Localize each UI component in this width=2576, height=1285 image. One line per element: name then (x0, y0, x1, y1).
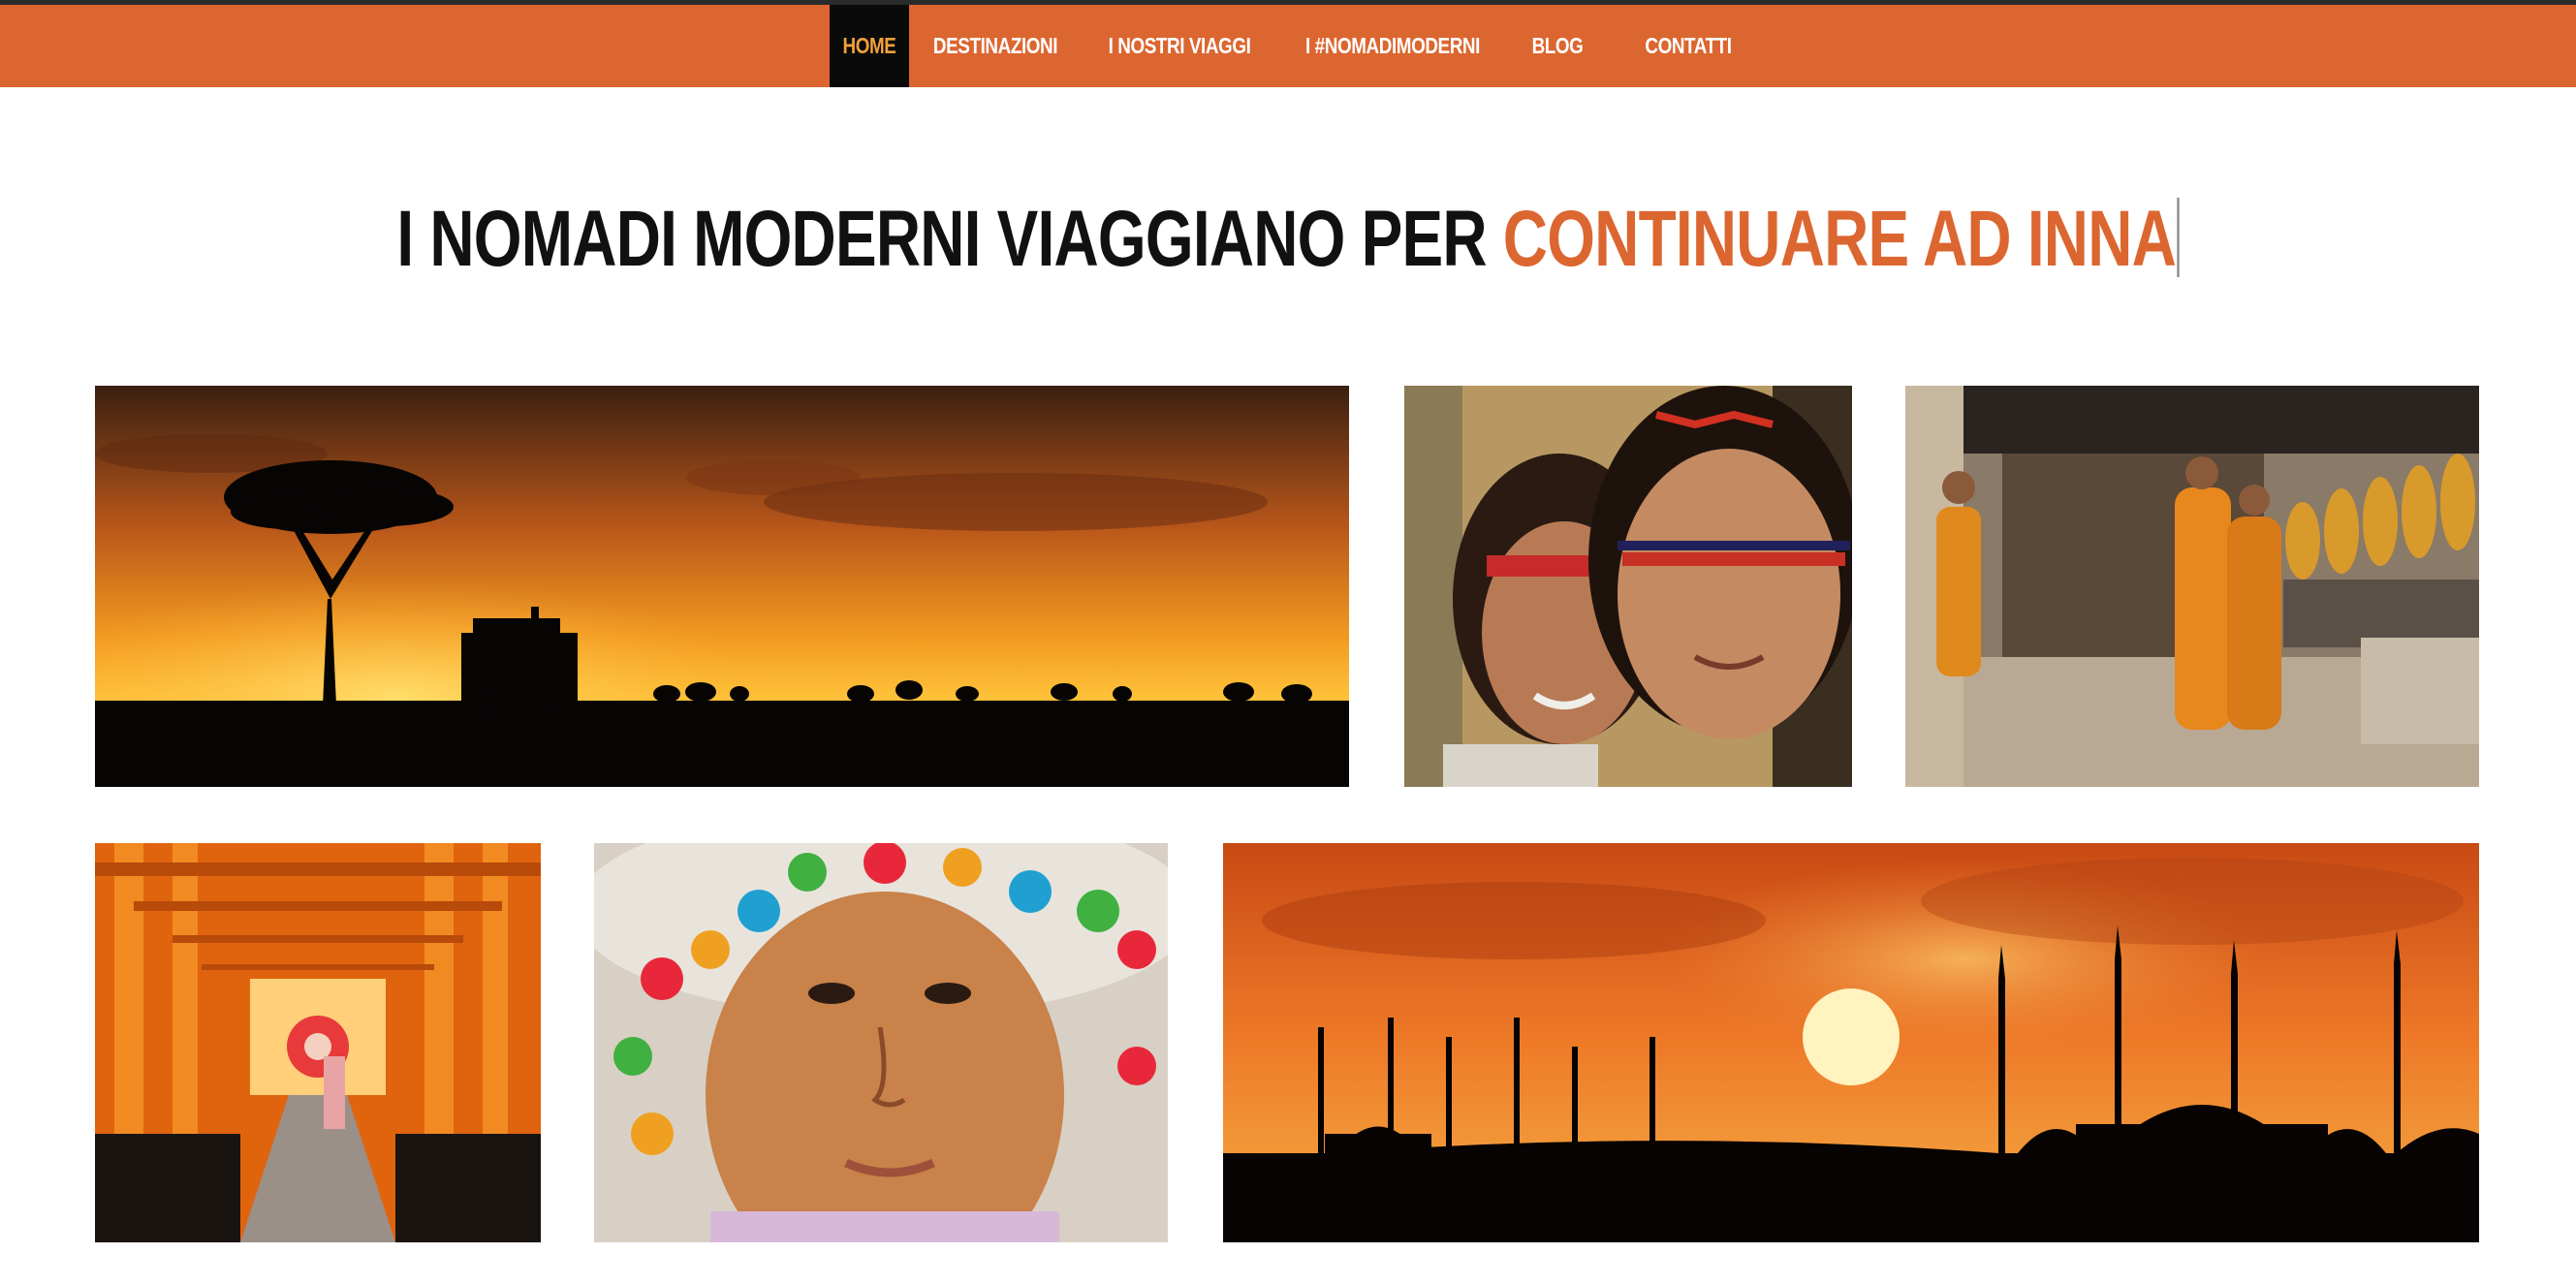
nav-item-i-nostri-viaggi[interactable]: I NOSTRI VIAGGI (1092, 5, 1267, 87)
photo-monks-temple[interactable] (1905, 386, 2479, 787)
nav-item-contatti[interactable]: CONTATTI (1629, 5, 1748, 87)
nav-menu: HOME DESTINAZIONI I NOSTRI VIAGGI I #NOM… (821, 5, 1761, 87)
headline-static-text: I NOMADI MODERNI VIAGGIANO PER (396, 195, 1487, 283)
nav-item-destinazioni[interactable]: DESTINAZIONI (931, 5, 1058, 87)
photo-mosque-skyline[interactable] (1223, 843, 2479, 1242)
photo-savanna-sunset[interactable] (95, 386, 1349, 787)
photo-indigenous-women[interactable] (1404, 386, 1852, 787)
page-headline: I NOMADI MODERNI VIAGGIANO PER CONTINUAR… (0, 194, 2576, 285)
typing-caret (2177, 198, 2180, 277)
nav-item-nomadimoderni[interactable]: I #NOMADIMODERNI (1305, 5, 1480, 87)
nav-item-blog[interactable]: BLOG (1510, 5, 1605, 87)
photo-child-colorful-hat[interactable] (594, 843, 1168, 1242)
headline-typed-text: CONTINUARE AD INNA (1502, 195, 2177, 283)
nav-item-home[interactable]: HOME (830, 5, 909, 87)
photo-torii-gates[interactable] (95, 843, 541, 1242)
main-navbar: HOME DESTINAZIONI I NOSTRI VIAGGI I #NOM… (0, 5, 2576, 87)
